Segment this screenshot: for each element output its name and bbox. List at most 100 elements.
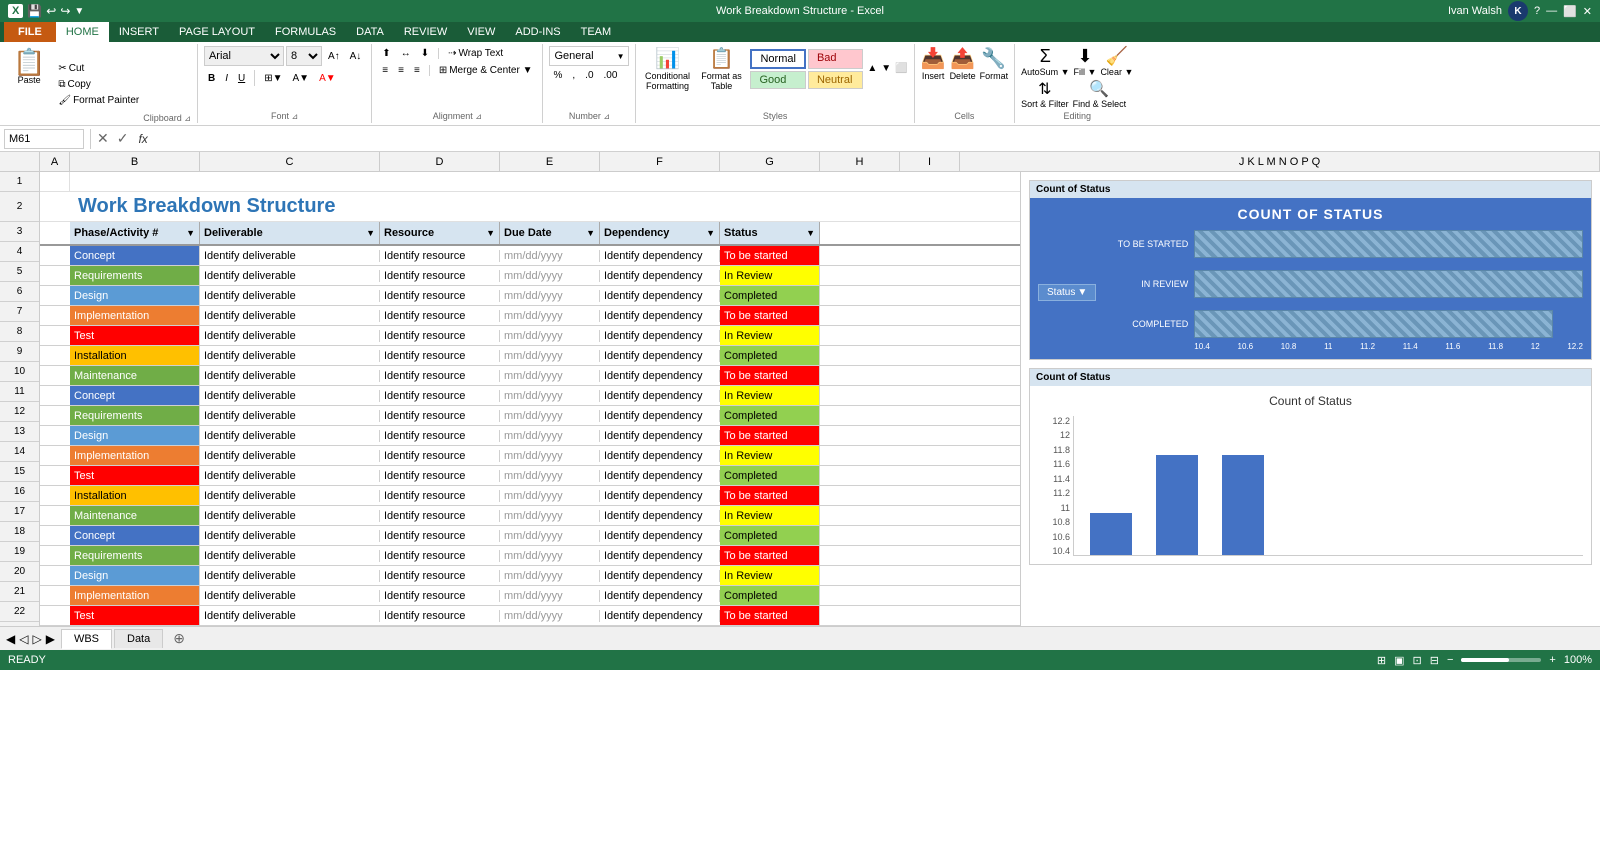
tab-home[interactable]: HOME: [56, 22, 109, 42]
cell-status[interactable]: Completed: [720, 526, 820, 545]
table-row[interactable]: Implementation Identify deliverable Iden…: [40, 446, 1020, 466]
cell-status[interactable]: In Review: [720, 446, 820, 465]
styles-scroll-down[interactable]: ▼: [881, 63, 891, 74]
sheet-nav-leftmost-icon[interactable]: ◁: [17, 632, 30, 646]
col-header-i[interactable]: I: [900, 152, 960, 171]
table-row[interactable]: Concept Identify deliverable Identify re…: [40, 526, 1020, 546]
col-header-a[interactable]: A: [40, 152, 70, 171]
sheet-nav-rightmost-icon[interactable]: ▶: [44, 632, 57, 646]
table-row[interactable]: Concept Identify deliverable Identify re…: [40, 246, 1020, 266]
deliverable-filter-icon[interactable]: ▼: [366, 228, 375, 238]
table-row[interactable]: Installation Identify deliverable Identi…: [40, 486, 1020, 506]
cell-phase[interactable]: Design: [70, 566, 200, 585]
row-header-20[interactable]: 20: [0, 562, 39, 582]
cell-phase[interactable]: Concept: [70, 526, 200, 545]
tab-insert[interactable]: INSERT: [109, 22, 169, 42]
cell-dependency[interactable]: Identify dependency: [600, 430, 720, 442]
col-header-c[interactable]: C: [200, 152, 380, 171]
table-row[interactable]: Test Identify deliverable Identify resou…: [40, 606, 1020, 626]
clear-button[interactable]: 🧹 Clear ▼: [1100, 46, 1133, 77]
table-row[interactable]: Requirements Identify deliverable Identi…: [40, 546, 1020, 566]
cell-phase[interactable]: Requirements: [70, 406, 200, 425]
cell-deliverable[interactable]: Identify deliverable: [200, 410, 380, 422]
merge-center-button[interactable]: ⊞ Merge & Center ▼: [435, 63, 537, 78]
cell-deliverable[interactable]: Identify deliverable: [200, 330, 380, 342]
cell-duedate[interactable]: mm/dd/yyyy: [500, 450, 600, 462]
cell-phase[interactable]: Implementation: [70, 306, 200, 325]
tab-page-layout[interactable]: PAGE LAYOUT: [169, 22, 265, 42]
cell-duedate[interactable]: mm/dd/yyyy: [500, 370, 600, 382]
align-left-button[interactable]: ≡: [378, 63, 392, 78]
cell-phase[interactable]: Installation: [70, 486, 200, 505]
autosum-button[interactable]: Σ AutoSum ▼: [1021, 46, 1069, 77]
resource-filter-icon[interactable]: ▼: [486, 228, 495, 238]
cell-deliverable[interactable]: Identify deliverable: [200, 390, 380, 402]
zoom-minus-icon[interactable]: −: [1447, 654, 1453, 666]
row-header-4[interactable]: 4: [0, 242, 39, 262]
cell-phase[interactable]: Maintenance: [70, 366, 200, 385]
cell-deliverable[interactable]: Identify deliverable: [200, 370, 380, 382]
cell-status[interactable]: Completed: [720, 466, 820, 485]
cell-status[interactable]: Completed: [720, 406, 820, 425]
cell-phase[interactable]: Test: [70, 606, 200, 625]
close-icon[interactable]: ✕: [1583, 5, 1592, 18]
cell-duedate[interactable]: mm/dd/yyyy: [500, 590, 600, 602]
header-duedate[interactable]: Due Date ▼: [500, 222, 600, 244]
cell-resource[interactable]: Identify resource: [380, 350, 500, 362]
cell-dependency[interactable]: Identify dependency: [600, 390, 720, 402]
table-row[interactable]: Concept Identify deliverable Identify re…: [40, 386, 1020, 406]
cell-phase[interactable]: Implementation: [70, 586, 200, 605]
table-row[interactable]: Implementation Identify deliverable Iden…: [40, 306, 1020, 326]
sheet-nav-left-icon[interactable]: ◀: [4, 632, 17, 646]
tab-review[interactable]: REVIEW: [394, 22, 457, 42]
row-header-17[interactable]: 17: [0, 502, 39, 522]
cell-status[interactable]: To be started: [720, 246, 820, 265]
cell-duedate[interactable]: mm/dd/yyyy: [500, 350, 600, 362]
cell-resource[interactable]: Identify resource: [380, 250, 500, 262]
style-bad[interactable]: Bad: [808, 49, 863, 69]
cell-deliverable[interactable]: Identify deliverable: [200, 270, 380, 282]
header-phase[interactable]: Phase/Activity # ▼: [70, 222, 200, 244]
file-tab[interactable]: FILE: [4, 22, 56, 42]
row-header-6[interactable]: 6: [0, 282, 39, 302]
tab-data[interactable]: DATA: [346, 22, 394, 42]
cell-resource[interactable]: Identify resource: [380, 590, 500, 602]
cell-status[interactable]: To be started: [720, 486, 820, 505]
align-top-button[interactable]: ⬆: [378, 46, 394, 61]
cell-dependency[interactable]: Identify dependency: [600, 570, 720, 582]
row-header-22[interactable]: 22: [0, 602, 39, 622]
tab-team[interactable]: TEAM: [571, 22, 622, 42]
cell-resource[interactable]: Identify resource: [380, 510, 500, 522]
cell-dependency[interactable]: Identify dependency: [600, 350, 720, 362]
wrap-text-button[interactable]: ⇢ Wrap Text: [444, 46, 507, 61]
format-table-button[interactable]: 📋 Format as Table: [696, 46, 746, 91]
cell-duedate[interactable]: mm/dd/yyyy: [500, 290, 600, 302]
tab-formulas[interactable]: FORMULAS: [265, 22, 346, 42]
page-layout-view-icon[interactable]: ⊡: [1413, 654, 1422, 667]
header-deliverable[interactable]: Deliverable ▼: [200, 222, 380, 244]
cell-status[interactable]: In Review: [720, 326, 820, 345]
cell-duedate[interactable]: mm/dd/yyyy: [500, 430, 600, 442]
cell-resource[interactable]: Identify resource: [380, 290, 500, 302]
row-header-13[interactable]: 13: [0, 422, 39, 442]
cell-status[interactable]: In Review: [720, 386, 820, 405]
font-color-button[interactable]: A▼: [315, 68, 340, 88]
table-row[interactable]: Test Identify deliverable Identify resou…: [40, 466, 1020, 486]
cell-duedate[interactable]: mm/dd/yyyy: [500, 470, 600, 482]
cell-status[interactable]: Completed: [720, 286, 820, 305]
cell-deliverable[interactable]: Identify deliverable: [200, 350, 380, 362]
cell-dependency[interactable]: Identify dependency: [600, 530, 720, 542]
row-header-12[interactable]: 12: [0, 402, 39, 422]
title-bar-redo-icon[interactable]: ↪: [60, 4, 70, 18]
fill-button[interactable]: ⬇ Fill ▼: [1074, 46, 1097, 77]
row-header-14[interactable]: 14: [0, 442, 39, 462]
cell-resource[interactable]: Identify resource: [380, 310, 500, 322]
cell-deliverable[interactable]: Identify deliverable: [200, 290, 380, 302]
formula-cancel-button[interactable]: ✕: [93, 130, 113, 147]
cell-duedate[interactable]: mm/dd/yyyy: [500, 530, 600, 542]
header-dependency[interactable]: Dependency ▼: [600, 222, 720, 244]
cell-deliverable[interactable]: Identify deliverable: [200, 530, 380, 542]
cell-phase[interactable]: Maintenance: [70, 506, 200, 525]
cell-status[interactable]: To be started: [720, 606, 820, 625]
add-sheet-button[interactable]: ⊕: [165, 627, 193, 650]
